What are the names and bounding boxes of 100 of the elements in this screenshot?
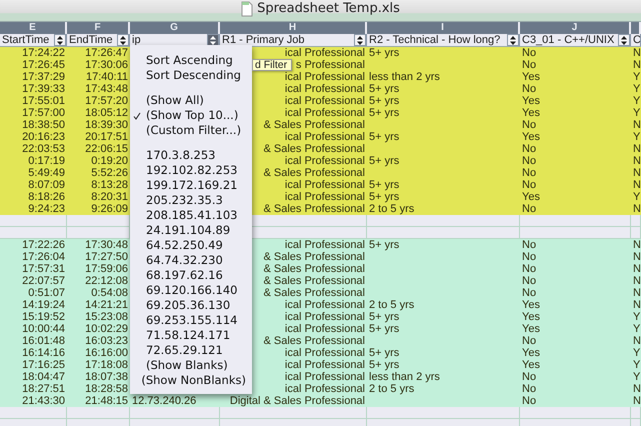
filter-dropdown-button[interactable] bbox=[507, 34, 519, 46]
table-cell: 17:57:00 bbox=[22, 107, 65, 119]
table-cell: 16:14:16 bbox=[22, 347, 65, 359]
table-cell: 5+ yrs bbox=[369, 323, 400, 335]
table-cell: 5+ yrs bbox=[369, 179, 400, 191]
table-cell: 17:26:45 bbox=[22, 59, 65, 71]
menu-item[interactable]: 68.197.62.16 bbox=[130, 268, 252, 283]
table-cell: No bbox=[522, 275, 536, 287]
menu-item[interactable]: 24.191.104.89 bbox=[130, 223, 252, 238]
window-title: Spreadsheet Temp.xls bbox=[257, 1, 400, 17]
column-header: ip bbox=[131, 34, 142, 46]
table-cell: & Sales Professional bbox=[264, 143, 365, 155]
table-cell: less than 2 yrs bbox=[369, 71, 440, 83]
filter-dropdown-button[interactable] bbox=[207, 34, 219, 46]
table-cell: 0:19:20 bbox=[91, 155, 128, 167]
table-cell: 17:59:06 bbox=[85, 263, 128, 275]
menu-item[interactable]: (Show Top 10...) bbox=[130, 108, 252, 123]
menu-item[interactable]: 208.185.41.103 bbox=[130, 208, 252, 223]
table-cell: No bbox=[522, 383, 536, 395]
table-cell: 5+ yrs bbox=[369, 359, 400, 371]
menu-item[interactable]: (Custom Filter...) bbox=[130, 123, 252, 138]
table-cell: ical Professional bbox=[284, 239, 365, 251]
empty-cell bbox=[67, 407, 130, 419]
column-header: EndTime bbox=[68, 34, 114, 46]
menu-item[interactable]: 71.58.124.171 bbox=[130, 328, 252, 343]
table-cell: 18:07:38 bbox=[85, 371, 128, 383]
table-cell: 14:21:21 bbox=[85, 299, 128, 311]
table-cell: No bbox=[522, 239, 536, 251]
table-cell: 5+ yrs bbox=[369, 131, 400, 143]
menu-item[interactable]: 69.253.155.114 bbox=[130, 313, 252, 328]
table-cell: N bbox=[633, 275, 641, 287]
table-cell: 18:04:47 bbox=[22, 371, 65, 383]
menu-item[interactable]: 170.3.8.253 bbox=[130, 148, 252, 163]
table-cell: Yes bbox=[522, 71, 540, 83]
table-cell: N bbox=[633, 335, 641, 347]
table-cell: 20:17:51 bbox=[85, 131, 128, 143]
filter-dropdown-button[interactable] bbox=[618, 34, 630, 46]
table-cell: 17:22:26 bbox=[22, 239, 65, 251]
table-cell: 22:07:57 bbox=[22, 275, 65, 287]
table-cell: 2 to 5 yrs bbox=[369, 299, 414, 311]
menu-item[interactable]: 199.172.169.21 bbox=[130, 178, 252, 193]
table-cell: 17:18:08 bbox=[85, 359, 128, 371]
table-cell: No bbox=[522, 371, 536, 383]
table-cell: Yes bbox=[522, 323, 540, 335]
menu-item[interactable]: Sort Descending bbox=[130, 68, 252, 83]
table-cell: 17:40:11 bbox=[86, 71, 128, 83]
table-cell: N bbox=[633, 263, 641, 275]
table-cell: N bbox=[633, 155, 641, 167]
table-cell: 17:30:48 bbox=[85, 239, 128, 251]
table-cell: 17:39:33 bbox=[22, 83, 65, 95]
table-cell: 17:26:47 bbox=[85, 47, 128, 59]
table-cell: 5+ yrs bbox=[369, 239, 400, 251]
table-cell: 17:37:29 bbox=[22, 71, 65, 83]
empty-cell bbox=[0, 407, 67, 419]
menu-item[interactable]: 69.205.36.130 bbox=[130, 298, 252, 313]
table-cell: ical Professional bbox=[284, 311, 365, 323]
table-cell: 17:55:01 bbox=[22, 95, 65, 107]
table-cell: 20:16:23 bbox=[22, 131, 65, 143]
menu-item[interactable]: (Show All) bbox=[130, 93, 252, 108]
menu-item[interactable]: 64.74.32.230 bbox=[130, 253, 252, 268]
filter-dropdown-button[interactable] bbox=[354, 34, 366, 46]
table-cell: No bbox=[522, 155, 536, 167]
menu-item[interactable]: (Show Blanks) bbox=[130, 358, 252, 373]
table-cell: ical Professional bbox=[284, 107, 365, 119]
table-cell: 5+ yrs bbox=[369, 83, 400, 95]
menu-item[interactable]: Sort Ascending bbox=[130, 53, 252, 68]
table-cell: No bbox=[522, 287, 536, 299]
table-cell: No bbox=[522, 251, 536, 263]
table-cell: Y bbox=[633, 131, 640, 143]
table-cell: 5+ yrs bbox=[369, 155, 400, 167]
menu-item[interactable]: 64.52.250.49 bbox=[130, 238, 252, 253]
table-cell: No bbox=[522, 83, 536, 95]
table-cell: No bbox=[522, 395, 536, 407]
table-cell: 18:39:30 bbox=[85, 119, 128, 131]
filter-dropdown-button[interactable] bbox=[54, 34, 66, 46]
menu-item[interactable]: (Show NonBlanks) bbox=[130, 373, 252, 388]
menu-item[interactable]: 69.120.166.140 bbox=[130, 283, 252, 298]
menu-item[interactable]: 72.65.29.121 bbox=[130, 343, 252, 358]
table-cell: 5:49:49 bbox=[28, 167, 65, 179]
filter-dropdown-button[interactable] bbox=[117, 34, 129, 46]
table-cell: less than 2 yrs bbox=[369, 371, 440, 383]
table-cell: ical Professional bbox=[284, 371, 365, 383]
table-cell: & Sales Professional bbox=[264, 275, 365, 287]
table-cell: No bbox=[522, 335, 536, 347]
table-cell: & Sales Professional bbox=[264, 287, 365, 299]
table-cell: N bbox=[633, 167, 641, 179]
table-cell: 10:00:44 bbox=[22, 323, 65, 335]
table-cell: Yes bbox=[522, 95, 540, 107]
table-cell: 5+ yrs bbox=[369, 107, 400, 119]
table-cell: & Sales Professional bbox=[264, 263, 365, 275]
table-cell: 5:52:26 bbox=[91, 167, 128, 179]
table-cell: Yes bbox=[522, 131, 540, 143]
document-icon bbox=[241, 1, 254, 17]
table-cell: ical Professional bbox=[284, 83, 365, 95]
table-cell: ical Professional bbox=[284, 347, 365, 359]
table-cell: 5+ yrs bbox=[369, 191, 400, 203]
table-cell: 18:28:58 bbox=[85, 383, 128, 395]
table-cell: N bbox=[633, 251, 641, 263]
menu-item[interactable]: 205.232.35.3 bbox=[130, 193, 252, 208]
menu-item[interactable]: 192.102.82.253 bbox=[130, 163, 252, 178]
